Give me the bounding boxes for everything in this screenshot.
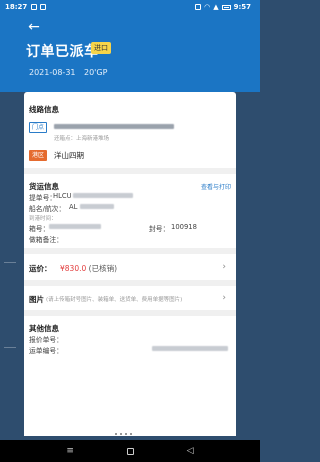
notification-icon	[31, 4, 38, 10]
ghost-line	[4, 262, 16, 263]
arrival-label: 到港时间：	[29, 216, 57, 222]
seal-value: 100918	[171, 223, 197, 231]
door-sub-address: 还箱点：上海新港堆场	[54, 136, 110, 142]
remark-label: 做箱备注：	[29, 236, 63, 244]
other-section-title: 其他信息	[29, 324, 59, 333]
box-label: 箱号：	[29, 225, 50, 233]
container-type: 20'GP	[84, 68, 108, 77]
freight-label: 运价：	[29, 264, 52, 273]
ship-value-blurred	[80, 204, 114, 209]
divider	[24, 310, 236, 316]
navigation-bar: ≡ ◁	[0, 440, 260, 462]
cargo-section-title: 货运信息	[29, 182, 59, 191]
back-icon[interactable]: ◁	[187, 446, 194, 456]
seal-label: 封号：	[149, 225, 170, 233]
status-time: 18:27	[5, 3, 28, 11]
port-name: 洋山四期	[54, 151, 84, 160]
status-right: ◠ ▲ 9:57	[195, 3, 255, 11]
app-icon	[40, 4, 47, 10]
bill-value: HLCU	[53, 192, 72, 200]
battery-icon	[221, 4, 231, 10]
notification-icons	[31, 4, 47, 10]
ship-value: AL	[69, 203, 78, 211]
import-badge: 进口	[91, 42, 111, 54]
freight-status: (已核销)	[88, 264, 117, 273]
door-address-blurred	[54, 124, 174, 129]
freight-amount-value: ¥830.0	[60, 264, 87, 273]
order-status-title: 订单已派车	[26, 44, 99, 60]
page-dot	[120, 433, 122, 435]
page-dot	[115, 433, 117, 435]
header: ← 订单已派车 进口 2021-08-31 20'GP	[0, 14, 260, 92]
view-print-link[interactable]: 查看与打印	[201, 182, 231, 191]
quote-label: 报价单号：	[29, 336, 63, 344]
status-time-right: 9:57	[233, 3, 251, 11]
nfc-icon	[195, 4, 202, 10]
images-label: 图片	[29, 295, 44, 304]
background-app	[0, 92, 24, 436]
images-hint: (请上传箱封号图片、装箱单、送货单、费用单据等图片)	[46, 297, 183, 303]
bill-value-blurred	[73, 193, 133, 198]
back-arrow-icon[interactable]: ←	[24, 18, 44, 38]
page-dot	[125, 433, 127, 435]
chevron-right-icon: ›	[222, 262, 226, 272]
menu-icon[interactable]: ≡	[66, 446, 74, 456]
images-row[interactable]: 图片 (请上传箱封号图片、装箱单、送货单、费用单据等图片) ›	[24, 286, 236, 310]
divider	[24, 168, 236, 174]
waybill-label: 运单编号：	[29, 347, 63, 355]
route-section-title: 线路信息	[29, 105, 59, 114]
box-value-blurred	[49, 224, 101, 229]
waybill-value-blurred	[152, 346, 228, 351]
page-indicator	[115, 433, 132, 435]
port-tag: 港区	[29, 150, 48, 161]
home-icon[interactable]	[126, 447, 134, 455]
page-dot	[130, 433, 132, 435]
chevron-right-icon: ›	[222, 293, 226, 303]
door-tag: 门点	[29, 122, 48, 133]
order-date: 2021-08-31	[29, 68, 76, 77]
ghost-line	[4, 347, 16, 348]
status-bar: 18:27 ◠ ▲ 9:57	[0, 0, 260, 14]
order-detail-card: 线路信息 门点 还箱点：上海新港堆场 港区 洋山四期 货运信息 查看与打印 提单…	[24, 92, 236, 436]
signal-icon: ▲	[213, 3, 219, 11]
wifi-icon: ◠	[204, 3, 211, 11]
freight-row[interactable]: 运价： ¥830.0 (已核销) ›	[24, 254, 236, 280]
ship-label: 船名/航次：	[29, 205, 66, 213]
freight-amount: ¥830.0 (已核销)	[60, 263, 117, 274]
